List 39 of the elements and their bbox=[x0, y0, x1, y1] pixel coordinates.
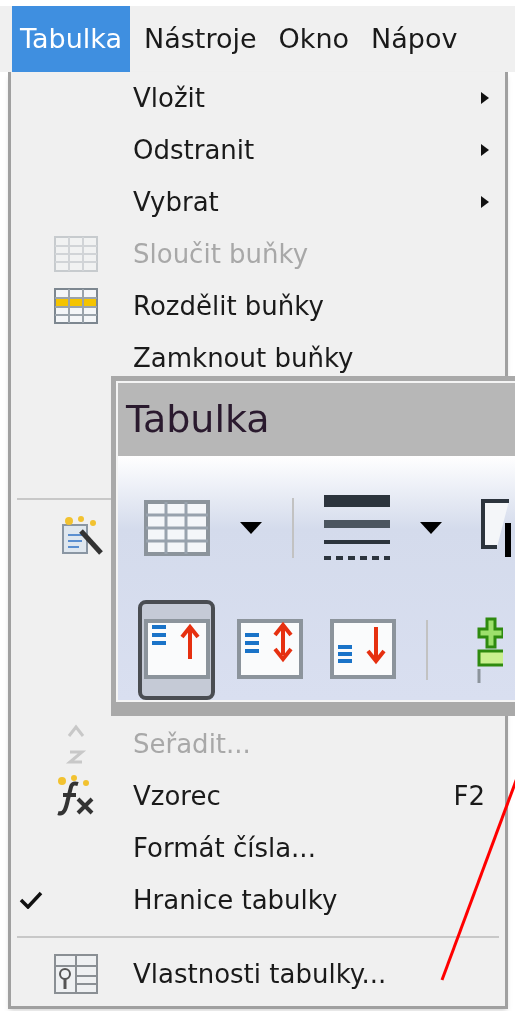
insert-delete-icon bbox=[477, 617, 504, 683]
menu-item-label: Hranice tabulky bbox=[133, 883, 338, 917]
menu-item[interactable]: Hranice tabulky bbox=[11, 874, 505, 926]
menu-item-label: Rozdělit buňky bbox=[133, 289, 324, 323]
menu-item-label: Seřadit... bbox=[133, 727, 251, 761]
align-bottom-icon bbox=[329, 619, 396, 681]
menu-item-label: Odstranit bbox=[133, 133, 255, 167]
magic-wand-icon bbox=[61, 515, 105, 557]
shortcut-label: F2 bbox=[453, 779, 485, 813]
menu-item[interactable]: Vložit bbox=[11, 72, 505, 124]
menu-item[interactable]: Vybrat bbox=[11, 176, 505, 228]
dropdown-caret-icon bbox=[240, 522, 262, 534]
table-properties-icon bbox=[54, 954, 98, 994]
split-cells-icon bbox=[54, 288, 98, 324]
table-grid-icon bbox=[54, 236, 98, 272]
menu-item[interactable]: Formát čísla... bbox=[11, 822, 505, 874]
menu-bar-item[interactable]: Nápov bbox=[363, 6, 466, 72]
align-center-icon bbox=[236, 619, 303, 681]
menu-bar-item[interactable]: Nástroje bbox=[136, 6, 265, 72]
menu-item[interactable]: Rozdělit buňky bbox=[11, 280, 505, 332]
toolbar-title: Tabulka bbox=[126, 396, 270, 443]
menu-item-label: Sloučit buňky bbox=[133, 237, 309, 271]
border-style-icon bbox=[323, 495, 390, 561]
menu-item[interactable]: Odstranit bbox=[11, 124, 505, 176]
menu-item-label: Vlastnosti tabulky... bbox=[133, 957, 387, 991]
border-frame-icon bbox=[481, 499, 512, 557]
dropdown-caret-icon bbox=[419, 522, 442, 534]
align-top-icon bbox=[143, 619, 210, 681]
menu-bar-item[interactable]: Okno bbox=[270, 6, 358, 72]
menu-item-label: Vybrat bbox=[133, 185, 219, 219]
menu-item-label: Vzorec bbox=[133, 779, 221, 813]
table-grid-icon bbox=[144, 500, 210, 556]
sort-icon bbox=[64, 724, 88, 764]
menu-item-label: Zamknout buňky bbox=[133, 341, 354, 375]
menu-item-label: Formát čísla... bbox=[133, 831, 316, 865]
menu-item[interactable]: Vlastnosti tabulky... bbox=[11, 948, 505, 1000]
toolbar-button[interactable] bbox=[138, 600, 216, 700]
menu-item-label: Vložit bbox=[133, 81, 205, 115]
menu-item[interactable]: Vzorec F2 bbox=[11, 770, 505, 822]
